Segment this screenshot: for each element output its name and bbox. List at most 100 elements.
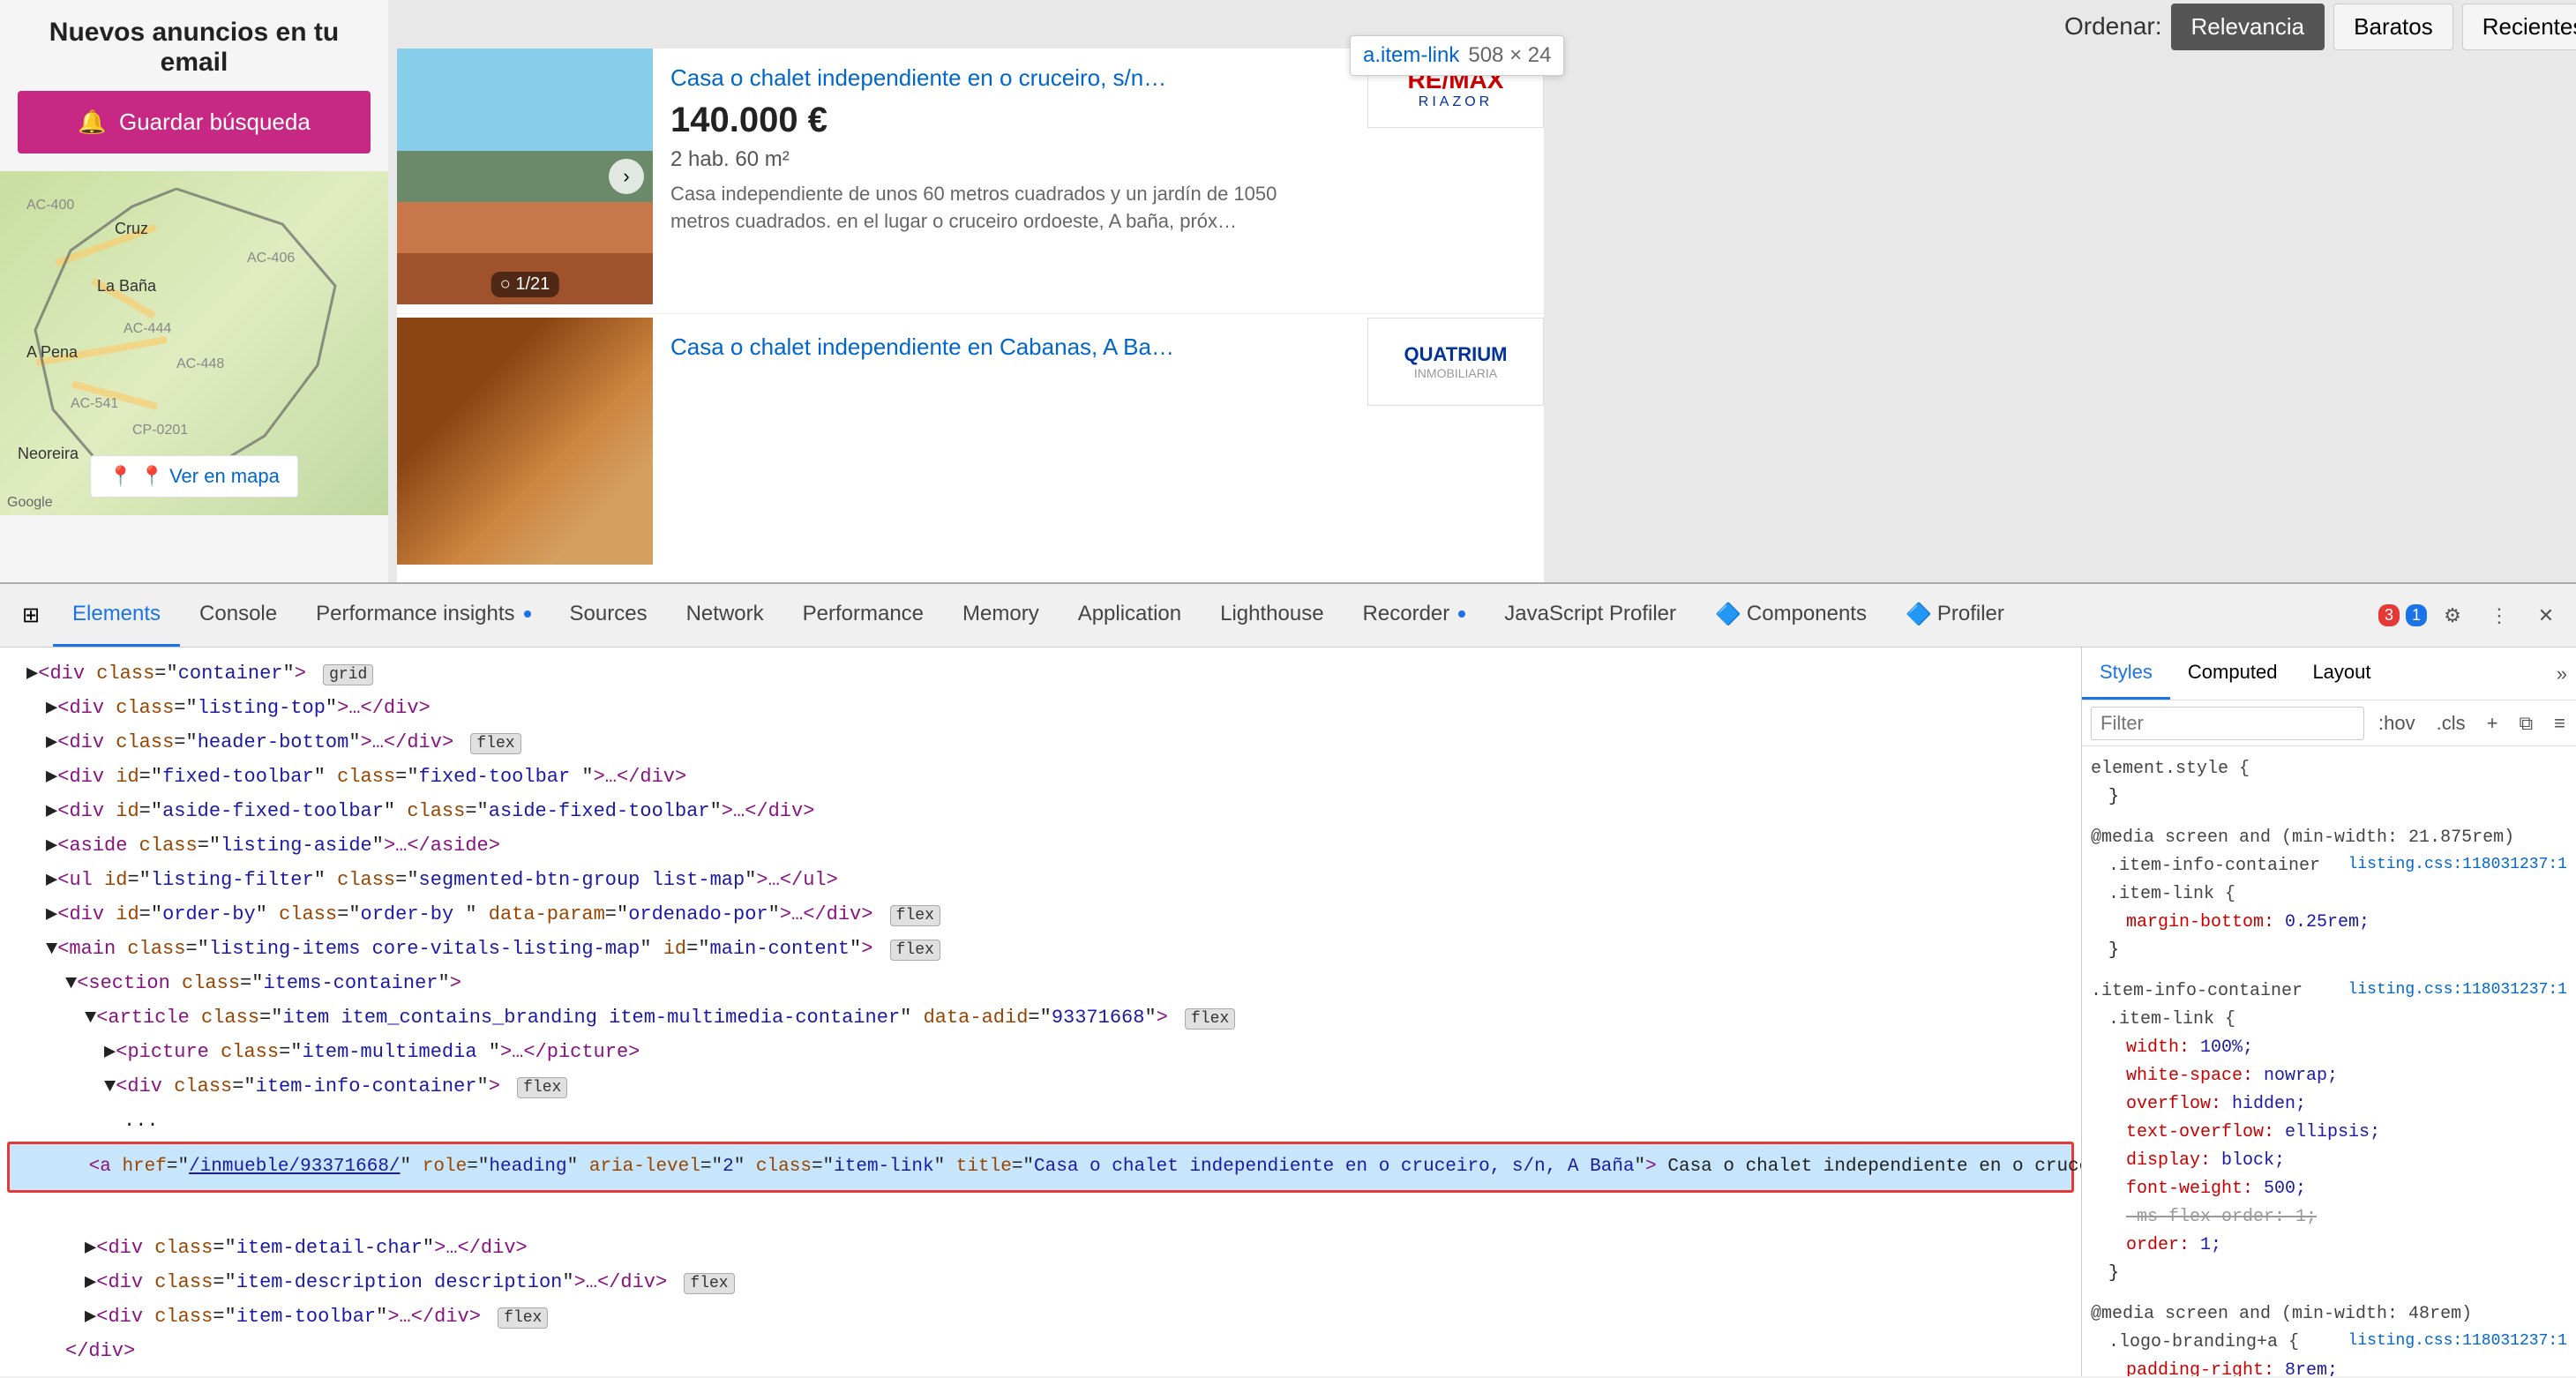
tab-console[interactable]: Console bbox=[180, 584, 296, 647]
style-display: display: block; bbox=[2091, 1147, 2567, 1175]
image-counter: ○ 1/21 bbox=[491, 272, 559, 297]
tab-components-label: Components bbox=[1747, 602, 1867, 626]
tab-lighthouse-label: Lighthouse bbox=[1220, 602, 1323, 626]
devtools-sidebar-toggle[interactable]: ⊞ bbox=[9, 594, 53, 638]
style-white-space: white-space: nowrap; bbox=[2091, 1062, 2567, 1090]
dom-line-detail-char[interactable]: ▶<div class="item-detail-char">…</div> bbox=[0, 1231, 2081, 1265]
tab-styles[interactable]: Styles bbox=[2082, 648, 2170, 700]
tab-js-profiler[interactable]: JavaScript Profiler bbox=[1485, 584, 1696, 647]
listing-title-2[interactable]: Casa o chalet independiente en Cabanas, … bbox=[670, 333, 1332, 361]
style-source-2[interactable]: .logo-branding+a { listing.css:118031237… bbox=[2091, 1329, 2567, 1357]
tab-console-label: Console bbox=[199, 602, 277, 626]
copy-styles-btn[interactable]: ⧉ bbox=[2512, 708, 2540, 738]
components-icon: 🔷 bbox=[1715, 602, 1741, 627]
style-padding-right: padding-right: 8rem; bbox=[2091, 1357, 2567, 1376]
listing-main: ○ 1/21 › Casa o chalet independiente en … bbox=[397, 49, 1544, 313]
layout-tab-label: Layout bbox=[2312, 661, 2370, 684]
dom-line-header-bottom[interactable]: ▶<div class="header-bottom">…</div> flex bbox=[0, 725, 2081, 760]
sort-relevancia-button[interactable]: Relevancia bbox=[2171, 4, 2325, 50]
sort-baratos-button[interactable]: Baratos bbox=[2333, 4, 2453, 50]
dom-panel[interactable]: ▶<div class="container"> grid ▶<div clas… bbox=[0, 648, 2082, 1376]
dom-line-description[interactable]: ▶<div class="item-description descriptio… bbox=[0, 1265, 2081, 1299]
style-media-query-1: @media screen and (min-width: 21.875rem) bbox=[2091, 824, 2567, 852]
tab-memory[interactable]: Memory bbox=[943, 584, 1059, 647]
more-options-button[interactable]: ⋮ bbox=[2478, 595, 2520, 637]
dom-line-ul-filter[interactable]: ▶<ul id="listing-filter" class="segmente… bbox=[0, 863, 2081, 897]
tab-profiler[interactable]: 🔷 Profiler bbox=[1886, 584, 2024, 647]
quatrium-sub: INMOBILIARIA bbox=[1404, 366, 1508, 380]
dom-line-aside[interactable]: ▶<aside class="listing-aside">…</aside> bbox=[0, 828, 2081, 863]
style-ms-flex: -ms-flex-order: 1; bbox=[2091, 1203, 2567, 1232]
styles-panel: Styles Computed Layout » :hov .cls + ⧉ ≡ bbox=[2082, 648, 2576, 1376]
computed-tab-label: Computed bbox=[2188, 661, 2278, 684]
email-title: Nuevos anuncios en tu email bbox=[18, 18, 371, 78]
dom-line-close-div[interactable]: </div> bbox=[0, 1334, 2081, 1368]
styles-tab-more[interactable]: » bbox=[2548, 663, 2576, 685]
ver-en-mapa-button[interactable]: 📍 📍 Ver en mapa bbox=[90, 455, 298, 498]
dom-line-fixed-toolbar[interactable]: ▶<div id="fixed-toolbar" class="fixed-to… bbox=[0, 760, 2081, 794]
tab-computed[interactable]: Computed bbox=[2170, 648, 2295, 700]
dom-line-picture[interactable]: ▶<picture class="item-multimedia ">…</pi… bbox=[0, 1035, 2081, 1069]
dom-line-container[interactable]: ▶<div class="container"> grid bbox=[0, 656, 2081, 691]
map-label-ac448: AC-448 bbox=[176, 356, 224, 372]
map-label-neoreira: Neoreira bbox=[18, 445, 79, 463]
hov-filter[interactable]: :hov bbox=[2371, 708, 2422, 738]
tab-components[interactable]: 🔷 Components bbox=[1696, 584, 1886, 647]
tab-sources[interactable]: Sources bbox=[550, 584, 667, 647]
style-media-query-2: @media screen and (min-width: 48rem) bbox=[2091, 1300, 2567, 1329]
map-pin-icon: 📍 bbox=[109, 465, 132, 488]
style-source-item-link[interactable]: .item-info-container listing.css:1180312… bbox=[2091, 977, 2567, 1006]
dom-line-toolbar[interactable]: ▶<div class="item-toolbar">…</div> flex bbox=[0, 1299, 2081, 1334]
dom-line-article-1[interactable]: ▼<article class="item item_contains_bran… bbox=[0, 1000, 2081, 1035]
save-search-button[interactable]: 🔔 Guardar búsqueda bbox=[18, 91, 371, 154]
dom-line-listing-top[interactable]: ▶<div class="listing-top">…</div> bbox=[0, 691, 2081, 725]
dom-line-order-by[interactable]: ▶<div id="order-by" class="order-by " da… bbox=[0, 897, 2081, 932]
style-source-1[interactable]: .item-info-container listing.css:1180312… bbox=[2091, 852, 2567, 880]
style-text-overflow: text-overflow: ellipsis; bbox=[2091, 1119, 2567, 1147]
tab-elements[interactable]: Elements bbox=[53, 584, 180, 647]
tab-layout[interactable]: Layout bbox=[2295, 648, 2388, 700]
dom-line-close-article[interactable]: </article> bbox=[0, 1368, 2081, 1377]
more-styles-btn[interactable]: ≡ bbox=[2547, 708, 2572, 738]
cls-filter[interactable]: .cls bbox=[2430, 708, 2473, 738]
tab-recorder[interactable]: Recorder bbox=[1344, 584, 1486, 647]
next-image-button[interactable]: › bbox=[609, 159, 644, 194]
listing-info-2: Casa o chalet independiente en Cabanas, … bbox=[653, 318, 1367, 582]
dom-line-item-info[interactable]: ▼<div class="item-info-container"> flex bbox=[0, 1069, 2081, 1104]
tab-performance[interactable]: Performance bbox=[783, 584, 943, 647]
tab-recorder-label: Recorder bbox=[1363, 602, 1450, 626]
listing-title-1[interactable]: Casa o chalet independiente en o cruceir… bbox=[670, 64, 1332, 92]
sidebar: Nuevos anuncios en tu email 🔔 Guardar bú… bbox=[0, 0, 388, 582]
sort-recientes-button[interactable]: Recientes bbox=[2462, 4, 2576, 50]
listing-logo-area: RE/MAX RIAZOR bbox=[1359, 49, 1544, 313]
tab-lighthouse[interactable]: Lighthouse bbox=[1201, 584, 1343, 647]
add-rule-btn[interactable]: + bbox=[2480, 708, 2505, 738]
style-close-1: } bbox=[2091, 937, 2567, 965]
sort-bar: Ordenar: Relevancia Baratos Recientes Má… bbox=[2047, 0, 2576, 53]
listing-details-1: 2 hab. 60 m² bbox=[670, 147, 1341, 172]
close-devtools-button[interactable]: ✕ bbox=[2525, 595, 2567, 637]
google-logo: Google bbox=[7, 495, 53, 511]
dom-line-anchor-selected[interactable]: <a href="/inmueble/93371668/" role="head… bbox=[10, 1144, 2071, 1190]
listing-card-2: Casa o chalet independiente en Cabanas, … bbox=[397, 318, 1544, 582]
dom-line-dots[interactable]: ... bbox=[0, 1104, 2081, 1138]
style-margin-bottom: margin-bottom: 0.25rem; bbox=[2091, 909, 2567, 937]
dom-line-main[interactable]: ▼<main class="listing-items core-vitals-… bbox=[0, 932, 2081, 966]
remax-sub: RIAZOR bbox=[1419, 94, 1493, 110]
tab-application-label: Application bbox=[1078, 602, 1181, 626]
style-font-weight: font-weight: 500; bbox=[2091, 1175, 2567, 1203]
email-section: Nuevos anuncios en tu email 🔔 Guardar bú… bbox=[0, 0, 388, 171]
tab-network[interactable]: Network bbox=[667, 584, 783, 647]
style-order: order: 1; bbox=[2091, 1232, 2567, 1260]
tab-application[interactable]: Application bbox=[1059, 584, 1201, 647]
dom-line-section[interactable]: ▼<section class="items-container"> bbox=[0, 966, 2081, 1000]
tab-performance-insights[interactable]: Performance insights bbox=[296, 584, 550, 647]
dom-line-aside-fixed[interactable]: ▶<div id="aside-fixed-toolbar" class="as… bbox=[0, 794, 2081, 828]
element-badge: 1 bbox=[2406, 604, 2427, 626]
settings-button[interactable]: ⚙ bbox=[2431, 595, 2474, 637]
listing-info-1: Casa o chalet independiente en o cruceir… bbox=[653, 49, 1359, 313]
styles-filter: :hov .cls + ⧉ ≡ bbox=[2082, 700, 2576, 746]
styles-tabs: Styles Computed Layout » bbox=[2082, 648, 2576, 700]
quatrium-logo-content: QUATRIUM INMOBILIARIA bbox=[1404, 343, 1508, 380]
styles-filter-input[interactable] bbox=[2091, 707, 2364, 740]
